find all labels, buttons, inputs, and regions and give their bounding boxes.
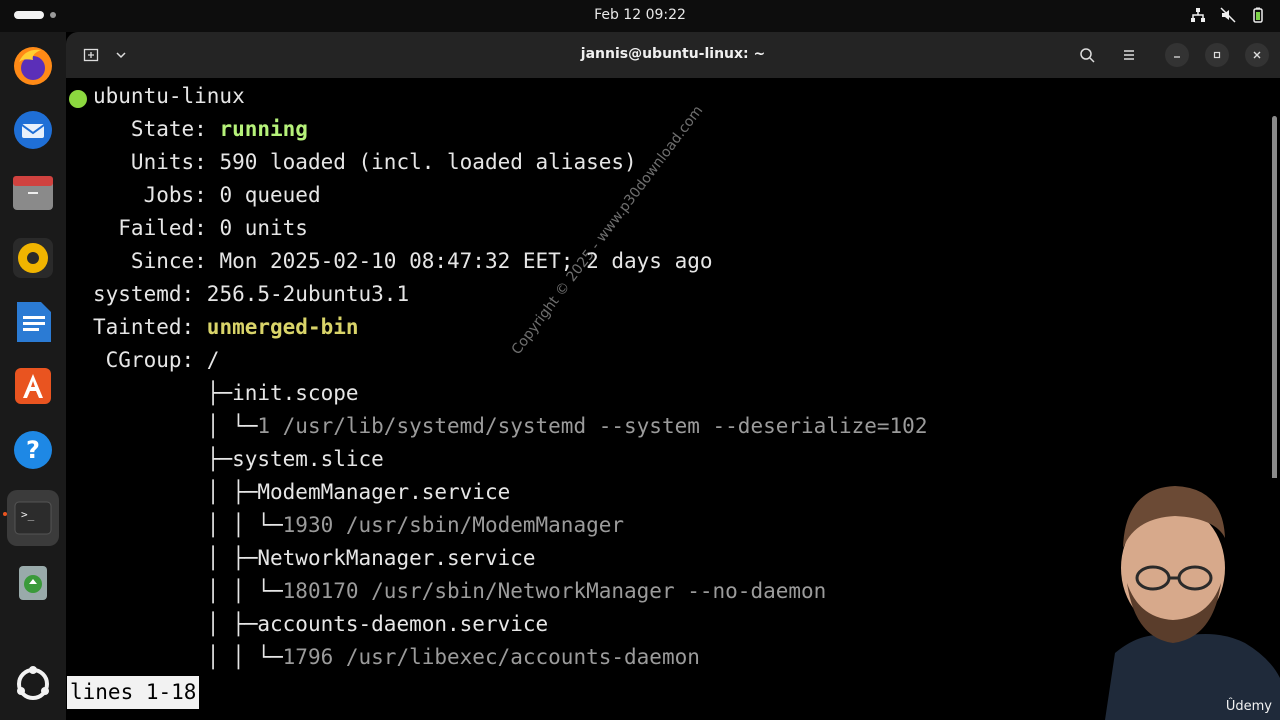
- status-value: 256.5-2ubuntu3.1: [206, 282, 410, 306]
- network-icon: [1191, 8, 1205, 22]
- tree-prefix: │ │ └─: [93, 645, 283, 669]
- hamburger-menu-icon: [1124, 50, 1134, 60]
- tree-process: 1 /usr/lib/systemd/systemd --system --de…: [257, 414, 928, 438]
- tree-node: NetworkManager.service: [257, 546, 536, 570]
- tree-prefix: │ │ └─: [93, 579, 283, 603]
- dock: ? >_: [0, 32, 66, 720]
- system-tray[interactable]: [1190, 7, 1266, 23]
- tree-node: system.slice: [232, 447, 384, 471]
- tree-prefix: │ ├─: [93, 480, 258, 504]
- status-line-systemd: systemd: 256.5-2ubuntu3.1: [93, 278, 409, 311]
- top-bar: Feb 12 09:22: [0, 0, 1280, 32]
- tree-process: 180170 /usr/sbin/NetworkManager --no-dae…: [282, 579, 827, 603]
- terminal-icon[interactable]: >_: [7, 490, 59, 546]
- status-value: 0 units: [219, 216, 308, 240]
- minimize-icon: [1174, 56, 1180, 58]
- status-key: Since:: [93, 249, 220, 273]
- status-value: 0 queued: [219, 183, 321, 207]
- svg-text:?: ?: [26, 436, 40, 464]
- restore-icon: [1213, 51, 1221, 59]
- status-value: 590 loaded (incl. loaded aliases): [219, 150, 637, 174]
- status-value: Mon 2025-02-10 08:47:32 EET; 2 days ago: [219, 249, 713, 273]
- tree-node: accounts-daemon.service: [257, 612, 549, 636]
- status-line-state: State: running: [93, 113, 308, 146]
- cgroup-tree-line: │ │ └─1930 /usr/sbin/ModemManager: [93, 509, 624, 542]
- menu-button[interactable]: [1114, 40, 1144, 70]
- files-icon[interactable]: [9, 170, 57, 218]
- help-icon[interactable]: ?: [9, 426, 57, 474]
- tree-prefix: ├─: [93, 381, 233, 405]
- udemy-logo: Ûdemy: [1225, 699, 1272, 714]
- status-line-since: Since: Mon 2025-02-10 08:47:32 EET; 2 da…: [93, 245, 713, 278]
- tree-prefix: │ ├─: [93, 546, 258, 570]
- status-value: running: [219, 117, 308, 141]
- firefox-icon[interactable]: [9, 42, 57, 90]
- rhythmbox-icon[interactable]: [9, 234, 57, 282]
- status-key: State:: [93, 117, 220, 141]
- tree-node: ModemManager.service: [257, 480, 511, 504]
- trash-icon[interactable]: [9, 558, 57, 606]
- status-key: Failed:: [93, 216, 220, 240]
- tree-prefix: │ ├─: [93, 612, 258, 636]
- status-key: Tainted:: [93, 315, 207, 339]
- status-key: Units:: [93, 150, 220, 174]
- status-line-jobs: Jobs: 0 queued: [93, 179, 321, 212]
- tree-prefix: │ └─: [93, 414, 258, 438]
- status-value: /: [206, 348, 220, 372]
- volume-muted-icon: [1220, 7, 1236, 23]
- status-dot-icon: [69, 90, 87, 108]
- search-button[interactable]: [1072, 40, 1102, 70]
- cgroup-tree-line: │ ├─accounts-daemon.service: [93, 608, 548, 641]
- tree-prefix: │ │ └─: [93, 513, 283, 537]
- status-line-units: Units: 590 loaded (incl. loaded aliases): [93, 146, 637, 179]
- battery-icon: [1253, 7, 1263, 23]
- status-line-cgroup: CGroup: /: [93, 344, 220, 377]
- libreoffice-writer-icon[interactable]: [9, 298, 57, 346]
- tree-process: 1796 /usr/libexec/accounts-daemon: [282, 645, 700, 669]
- tree-process: 1930 /usr/sbin/ModemManager: [282, 513, 625, 537]
- cgroup-tree-line: │ │ └─180170 /usr/sbin/NetworkManager --…: [93, 575, 827, 608]
- presenter-image: [1105, 478, 1280, 720]
- clock[interactable]: Feb 12 09:22: [0, 7, 1280, 23]
- status-value: unmerged-bin: [206, 315, 359, 339]
- cgroup-tree-line: │ │ └─1796 /usr/libexec/accounts-daemon: [93, 641, 700, 674]
- close-button[interactable]: [1245, 43, 1269, 67]
- status-key: Jobs:: [93, 183, 220, 207]
- cgroup-tree-line: │ ├─NetworkManager.service: [93, 542, 536, 575]
- cgroup-tree-line: ├─init.scope: [93, 377, 359, 410]
- close-icon: [1253, 51, 1261, 59]
- cgroup-tree-line: ├─system.slice: [93, 443, 384, 476]
- status-key: systemd:: [93, 282, 207, 306]
- thunderbird-icon[interactable]: [9, 106, 57, 154]
- cgroup-tree-line: │ └─1 /usr/lib/systemd/systemd --system …: [93, 410, 928, 443]
- status-key: CGroup:: [93, 348, 207, 372]
- maximize-button[interactable]: [1205, 43, 1229, 67]
- tree-node: init.scope: [232, 381, 359, 405]
- app-center-icon[interactable]: [9, 362, 57, 410]
- window-header: jannis@ubuntu-linux: ~: [66, 32, 1280, 78]
- svg-text:>_: >_: [21, 508, 35, 521]
- host-line: ubuntu-linux: [93, 84, 245, 108]
- search-icon: [1080, 48, 1095, 63]
- pager-status: lines 1-18: [67, 676, 200, 709]
- status-line-failed: Failed: 0 units: [93, 212, 308, 245]
- terminal-output[interactable]: ubuntu-linux State: running Units: 590 l…: [66, 78, 1280, 720]
- webcam-overlay: Ûdemy: [1105, 478, 1280, 720]
- cgroup-tree-line: │ ├─ModemManager.service: [93, 476, 510, 509]
- show-apps-icon[interactable]: [9, 660, 57, 708]
- tree-prefix: ├─: [93, 447, 233, 471]
- minimize-button[interactable]: [1165, 43, 1189, 67]
- status-line-tainted: Tainted: unmerged-bin: [93, 311, 359, 344]
